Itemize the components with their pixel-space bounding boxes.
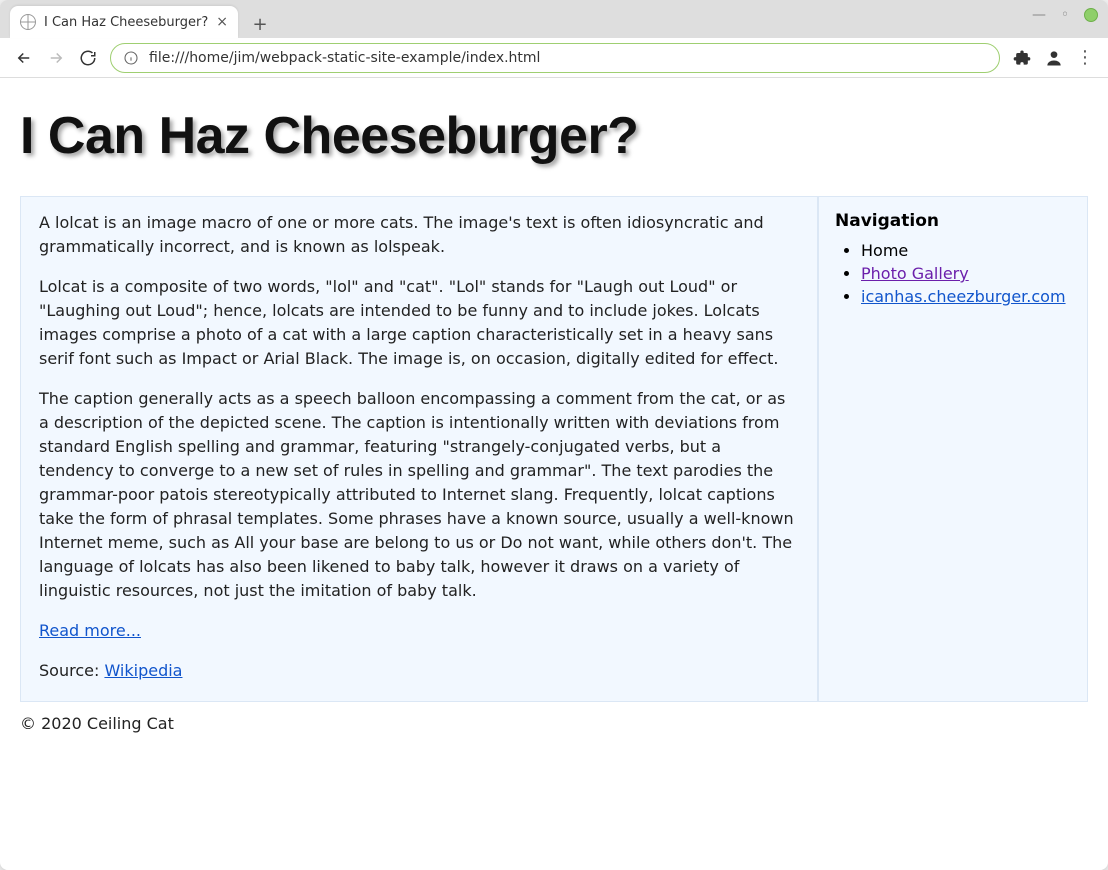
site-info-icon[interactable] (123, 50, 139, 66)
window-controls: — ◦ (1032, 8, 1098, 22)
page-viewport: I Can Haz Cheeseburger? A lolcat is an i… (0, 78, 1108, 870)
main-column: A lolcat is an image macro of one or mor… (20, 196, 818, 702)
globe-icon (20, 14, 36, 30)
paragraph: A lolcat is an image macro of one or mor… (39, 211, 799, 259)
browser-tab[interactable]: I Can Haz Cheeseburger? × (10, 6, 238, 38)
maximize-icon[interactable]: ◦ (1058, 8, 1072, 22)
extensions-icon[interactable] (1012, 48, 1032, 68)
source-prefix: Source: (39, 661, 104, 680)
close-window-icon[interactable] (1084, 8, 1098, 22)
nav-item-photo-gallery: Photo Gallery (861, 264, 1071, 283)
tab-strip: I Can Haz Cheeseburger? × + — ◦ (0, 0, 1108, 38)
page-title: I Can Haz Cheeseburger? (20, 106, 1088, 166)
back-button[interactable] (14, 48, 34, 68)
address-bar[interactable] (110, 43, 1000, 73)
source-line: Source: Wikipedia (39, 659, 799, 683)
source-link[interactable]: Wikipedia (104, 661, 182, 680)
read-more-link[interactable]: Read more... (39, 621, 141, 640)
content-columns: A lolcat is an image macro of one or mor… (20, 196, 1088, 702)
reload-button[interactable] (78, 48, 98, 68)
nav-link[interactable]: Photo Gallery (861, 264, 969, 283)
browser-window: I Can Haz Cheeseburger? × + — ◦ (0, 0, 1108, 870)
footer: © 2020 Ceiling Cat (20, 714, 1088, 733)
tab-title: I Can Haz Cheeseburger? (44, 15, 208, 30)
forward-button[interactable] (46, 48, 66, 68)
close-tab-icon[interactable]: × (216, 15, 228, 29)
nav-list: Home Photo Gallery icanhas.cheezburger.c… (835, 241, 1071, 306)
new-tab-button[interactable]: + (246, 10, 274, 38)
profile-icon[interactable] (1044, 48, 1064, 68)
url-input[interactable] (147, 49, 987, 67)
minimize-icon[interactable]: — (1032, 8, 1046, 22)
sidebar-heading: Navigation (835, 211, 1071, 231)
menu-icon[interactable]: ⋮ (1076, 47, 1094, 68)
nav-link[interactable]: icanhas.cheezburger.com (861, 287, 1066, 306)
nav-item-home: Home (861, 241, 1071, 260)
sidebar: Navigation Home Photo Gallery icanhas.ch… (818, 196, 1088, 702)
paragraph: The caption generally acts as a speech b… (39, 387, 799, 603)
toolbar: ⋮ (0, 38, 1108, 78)
nav-label: Home (861, 241, 908, 260)
nav-item-external: icanhas.cheezburger.com (861, 287, 1071, 306)
paragraph: Lolcat is a composite of two words, "lol… (39, 275, 799, 371)
